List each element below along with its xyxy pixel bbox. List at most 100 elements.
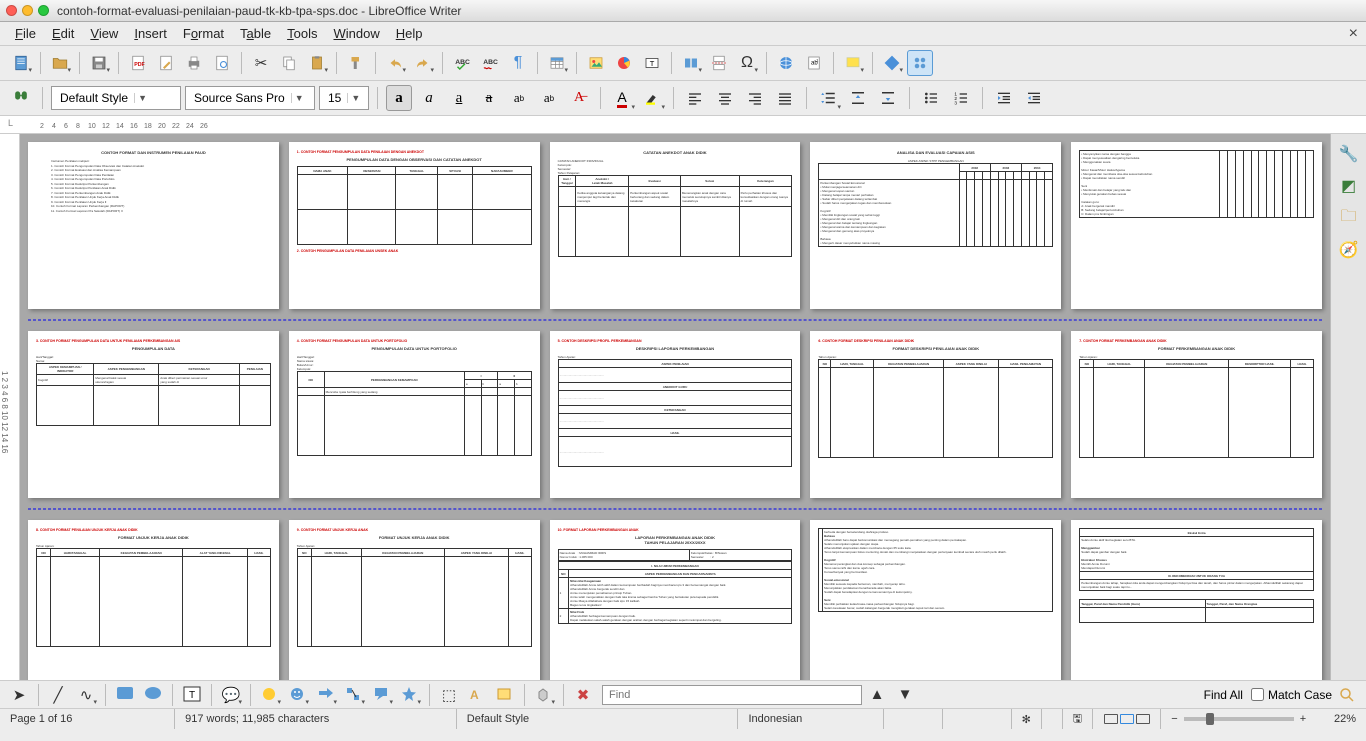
textbox-tool-icon[interactable]: T	[179, 682, 205, 708]
clear-formatting-button[interactable]: A̶	[566, 85, 592, 111]
menu-tools[interactable]: Tools	[280, 24, 324, 43]
subscript-button[interactable]: ab	[536, 85, 562, 111]
status-words[interactable]: 917 words; 11,985 characters	[175, 709, 457, 729]
insert-footnote-button[interactable]: ab1	[801, 50, 827, 76]
document-area[interactable]: CONTOH FORMAT DAN INSTRUMEN PENILAIAN PA…	[20, 134, 1330, 680]
close-findbar-icon[interactable]: ✖	[570, 682, 596, 708]
select-tool-icon[interactable]: ➤	[6, 682, 32, 708]
insert-symbol-button[interactable]: Ω	[734, 50, 760, 76]
status-style[interactable]: Default Style	[457, 709, 739, 729]
gallery-panel-icon[interactable]: 🗀	[1337, 206, 1361, 230]
extrusion-icon[interactable]	[531, 682, 557, 708]
fontwork-icon[interactable]: A	[464, 682, 490, 708]
paste-button[interactable]	[304, 50, 330, 76]
find-input[interactable]	[602, 685, 862, 705]
status-selection-mode[interactable]	[943, 709, 1011, 729]
from-file-icon[interactable]	[492, 682, 518, 708]
match-case-checkbox[interactable]: Match Case	[1251, 688, 1332, 702]
status-language[interactable]: Indonesian	[738, 709, 884, 729]
spellcheck-button[interactable]: ABC	[449, 50, 475, 76]
view-layout-buttons[interactable]	[1093, 709, 1161, 729]
menu-view[interactable]: View	[83, 24, 125, 43]
insert-comment-button[interactable]	[840, 50, 866, 76]
curve-tool-icon[interactable]: ∿	[73, 682, 99, 708]
flowchart-tool-icon[interactable]	[341, 682, 367, 708]
show-draw-functions-button[interactable]	[907, 50, 933, 76]
highlight-button[interactable]	[639, 85, 665, 111]
menu-help[interactable]: Help	[389, 24, 430, 43]
ellipse-tool-icon[interactable]	[140, 682, 166, 708]
status-page[interactable]: Page 1 of 16	[0, 709, 175, 729]
new-button[interactable]	[8, 50, 34, 76]
align-left-button[interactable]	[682, 85, 708, 111]
insert-image-button[interactable]	[583, 50, 609, 76]
symbol-shapes-tool-icon[interactable]	[285, 682, 311, 708]
basic-shapes-tool-icon[interactable]	[257, 682, 283, 708]
close-window-icon[interactable]	[6, 5, 17, 16]
formatting-marks-button[interactable]: ¶	[505, 50, 531, 76]
paragraph-style-combo[interactable]: Default Style▼	[51, 86, 181, 110]
navigator-panel-icon[interactable]: 🧭	[1337, 238, 1361, 262]
insert-field-button[interactable]	[678, 50, 704, 76]
line-tool-icon[interactable]: ╱	[45, 682, 71, 708]
menu-window[interactable]: Window	[327, 24, 387, 43]
para-space-decrease-button[interactable]	[875, 85, 901, 111]
export-pdf-button[interactable]: PDF	[125, 50, 151, 76]
line-spacing-button[interactable]	[815, 85, 841, 111]
align-center-button[interactable]	[712, 85, 738, 111]
properties-panel-icon[interactable]: 🔧	[1337, 142, 1361, 166]
find-options-icon[interactable]	[1334, 682, 1360, 708]
callout-tool-icon[interactable]: 💬	[218, 682, 244, 708]
cut-button[interactable]: ✂	[248, 50, 274, 76]
font-size-combo[interactable]: 15▼	[319, 86, 369, 110]
find-prev-icon[interactable]: ▲	[864, 682, 890, 708]
font-color-button[interactable]: A	[609, 85, 635, 111]
basic-shapes-button[interactable]	[879, 50, 905, 76]
close-document-icon[interactable]: ×	[1349, 25, 1358, 43]
callout-shapes-tool-icon[interactable]	[369, 682, 395, 708]
underline-button[interactable]: a	[446, 85, 472, 111]
menu-edit[interactable]: Edit	[45, 24, 81, 43]
zoom-value[interactable]: 22%	[1317, 709, 1366, 729]
horizontal-ruler[interactable]: L 2468101214161820222426	[0, 116, 1366, 134]
align-right-button[interactable]	[742, 85, 768, 111]
rectangle-tool-icon[interactable]	[112, 682, 138, 708]
font-name-combo[interactable]: Source Sans Pro▼	[185, 86, 315, 110]
auto-spellcheck-button[interactable]: ABC	[477, 50, 503, 76]
insert-chart-button[interactable]	[611, 50, 637, 76]
insert-page-break-button[interactable]	[706, 50, 732, 76]
decrease-indent-button[interactable]	[1021, 85, 1047, 111]
maximize-window-icon[interactable]	[38, 5, 49, 16]
para-space-increase-button[interactable]	[845, 85, 871, 111]
insert-textbox-button[interactable]: T	[639, 50, 665, 76]
redo-button[interactable]	[410, 50, 436, 76]
star-shapes-tool-icon[interactable]	[397, 682, 423, 708]
insert-hyperlink-button[interactable]	[773, 50, 799, 76]
superscript-button[interactable]: ab	[506, 85, 532, 111]
minimize-window-icon[interactable]	[22, 5, 33, 16]
open-button[interactable]	[47, 50, 73, 76]
bullet-list-button[interactable]	[918, 85, 944, 111]
number-list-button[interactable]: 123	[948, 85, 974, 111]
menu-insert[interactable]: Insert	[127, 24, 174, 43]
styles-panel-icon[interactable]: ◩	[1337, 174, 1361, 198]
status-signature[interactable]: ✻	[1012, 709, 1042, 729]
print-preview-button[interactable]	[209, 50, 235, 76]
vertical-ruler[interactable]: 1 2 3 4 6 8 10 12 14 16	[0, 134, 20, 680]
insert-table-button[interactable]	[544, 50, 570, 76]
clone-formatting-button[interactable]	[343, 50, 369, 76]
italic-button[interactable]: a	[416, 85, 442, 111]
status-save-icon[interactable]: 🖫	[1063, 709, 1093, 729]
menu-table[interactable]: Table	[233, 24, 278, 43]
print-button[interactable]	[181, 50, 207, 76]
edit-file-button[interactable]	[153, 50, 179, 76]
find-all-button[interactable]: Find All	[1198, 688, 1249, 702]
undo-button[interactable]	[382, 50, 408, 76]
zoom-slider[interactable]: − +	[1161, 709, 1317, 729]
save-button[interactable]	[86, 50, 112, 76]
justify-button[interactable]	[772, 85, 798, 111]
find-replace-icon[interactable]	[8, 85, 34, 111]
find-next-icon[interactable]: ▼	[892, 682, 918, 708]
arrow-shapes-tool-icon[interactable]	[313, 682, 339, 708]
strikethrough-button[interactable]: a	[476, 85, 502, 111]
